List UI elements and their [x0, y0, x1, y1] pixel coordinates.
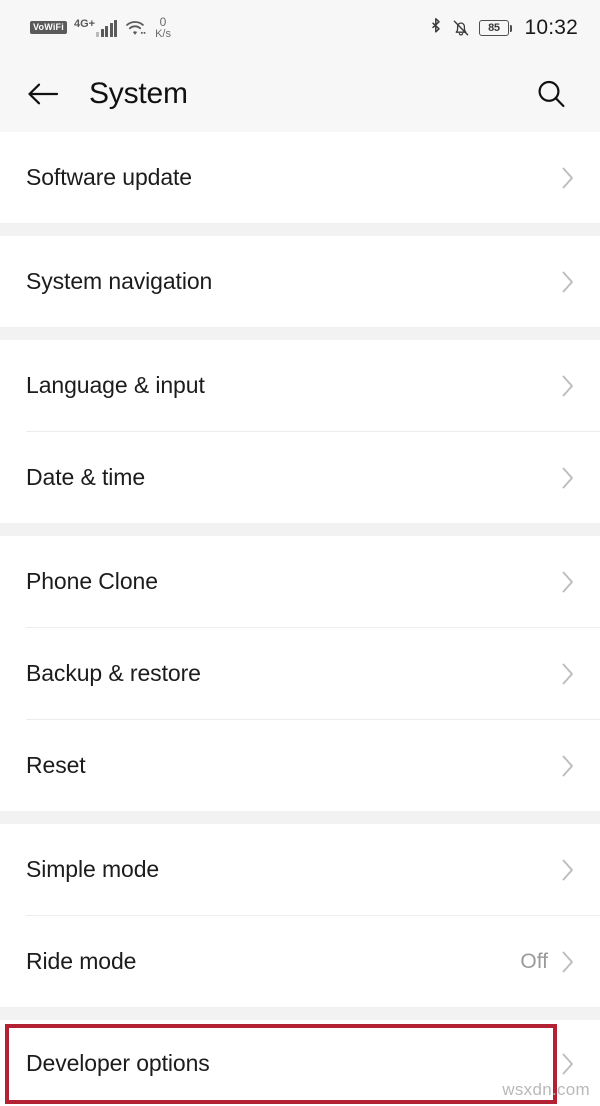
settings-row-label: System navigation	[26, 268, 213, 294]
chevron-right-icon	[562, 755, 573, 776]
settings-row[interactable]: Ride mode Off	[0, 916, 600, 1007]
watermark: wsxdn.com	[502, 1080, 590, 1099]
settings-row-label: Backup & restore	[26, 660, 201, 686]
settings-group: Software update	[0, 132, 600, 223]
chevron-right-icon	[562, 167, 573, 188]
settings-row[interactable]: Backup & restore	[0, 628, 600, 719]
settings-group: System navigation	[0, 236, 600, 327]
battery-icon: 85	[478, 20, 513, 36]
battery-terminal	[509, 24, 513, 32]
settings-row-label: Developer options	[26, 1050, 210, 1076]
chevron-right-icon	[562, 375, 573, 396]
data-rate-value: 0	[159, 14, 167, 29]
settings-group: Language & input Date & time	[0, 340, 600, 523]
settings-row-label: Ride mode	[26, 948, 137, 974]
back-button[interactable]	[26, 72, 70, 116]
phone-screen: VoWiFi 4G+ 0 K/s 85 10:32 System Softwar…	[0, 0, 600, 1106]
chevron-right-icon	[562, 271, 573, 292]
settings-group: Phone Clone Backup & restore Reset	[0, 536, 600, 811]
arrow-left-icon	[28, 83, 59, 105]
data-rate-unit: K/s	[155, 27, 171, 40]
settings-row-value: Off	[520, 949, 548, 973]
vowifi-badge-icon: VoWiFi	[30, 21, 67, 35]
network-type-label: 4G+	[73, 17, 96, 30]
chevron-right-icon	[562, 571, 573, 592]
group-separator	[0, 223, 600, 236]
status-bar-clock: 10:32	[524, 16, 578, 39]
group-separator	[0, 1007, 600, 1020]
settings-row[interactable]: Reset	[0, 720, 600, 811]
battery-body: 85	[478, 20, 509, 36]
settings-row-label: Simple mode	[26, 856, 160, 882]
bell-muted-icon	[452, 18, 470, 38]
bluetooth-icon	[429, 18, 443, 38]
app-bar: System	[0, 56, 600, 132]
signal-bars-icon	[96, 19, 118, 37]
status-bar-left: VoWiFi 4G+ 0 K/s	[30, 16, 171, 40]
status-bar-right: 85 10:32	[429, 16, 578, 40]
settings-row-label: Phone Clone	[26, 568, 158, 594]
settings-row-label: Software update	[26, 164, 193, 190]
group-separator	[0, 523, 600, 536]
settings-row[interactable]: System navigation	[0, 236, 600, 327]
search-icon	[538, 80, 565, 108]
settings-row[interactable]: Software update	[0, 132, 600, 223]
settings-list[interactable]: Software update System navigation Language…	[0, 132, 600, 1106]
status-bar: VoWiFi 4G+ 0 K/s 85 10:32	[0, 0, 600, 56]
chevron-right-icon	[562, 467, 573, 488]
group-separator	[0, 811, 600, 824]
data-rate-indicator: 0 K/s	[155, 16, 171, 40]
page-title: System	[89, 77, 188, 110]
group-separator	[0, 327, 600, 340]
settings-row-label: Reset	[26, 752, 86, 778]
settings-group: Simple mode Ride mode Off	[0, 824, 600, 1007]
settings-row[interactable]: Date & time	[0, 432, 600, 523]
chevron-right-icon	[562, 859, 573, 880]
chevron-right-icon	[562, 951, 573, 972]
mobile-signal-group: 4G+	[73, 17, 118, 37]
chevron-right-icon	[562, 1053, 573, 1074]
settings-row[interactable]: Simple mode	[0, 824, 600, 915]
settings-row[interactable]: Phone Clone	[0, 536, 600, 627]
search-button[interactable]	[528, 71, 574, 117]
chevron-right-icon	[562, 663, 573, 684]
battery-percent-label: 85	[488, 21, 500, 34]
settings-row[interactable]: Language & input	[0, 340, 600, 431]
settings-row-label: Language & input	[26, 372, 205, 398]
wifi-icon	[124, 19, 146, 37]
settings-row-label: Date & time	[26, 464, 146, 490]
